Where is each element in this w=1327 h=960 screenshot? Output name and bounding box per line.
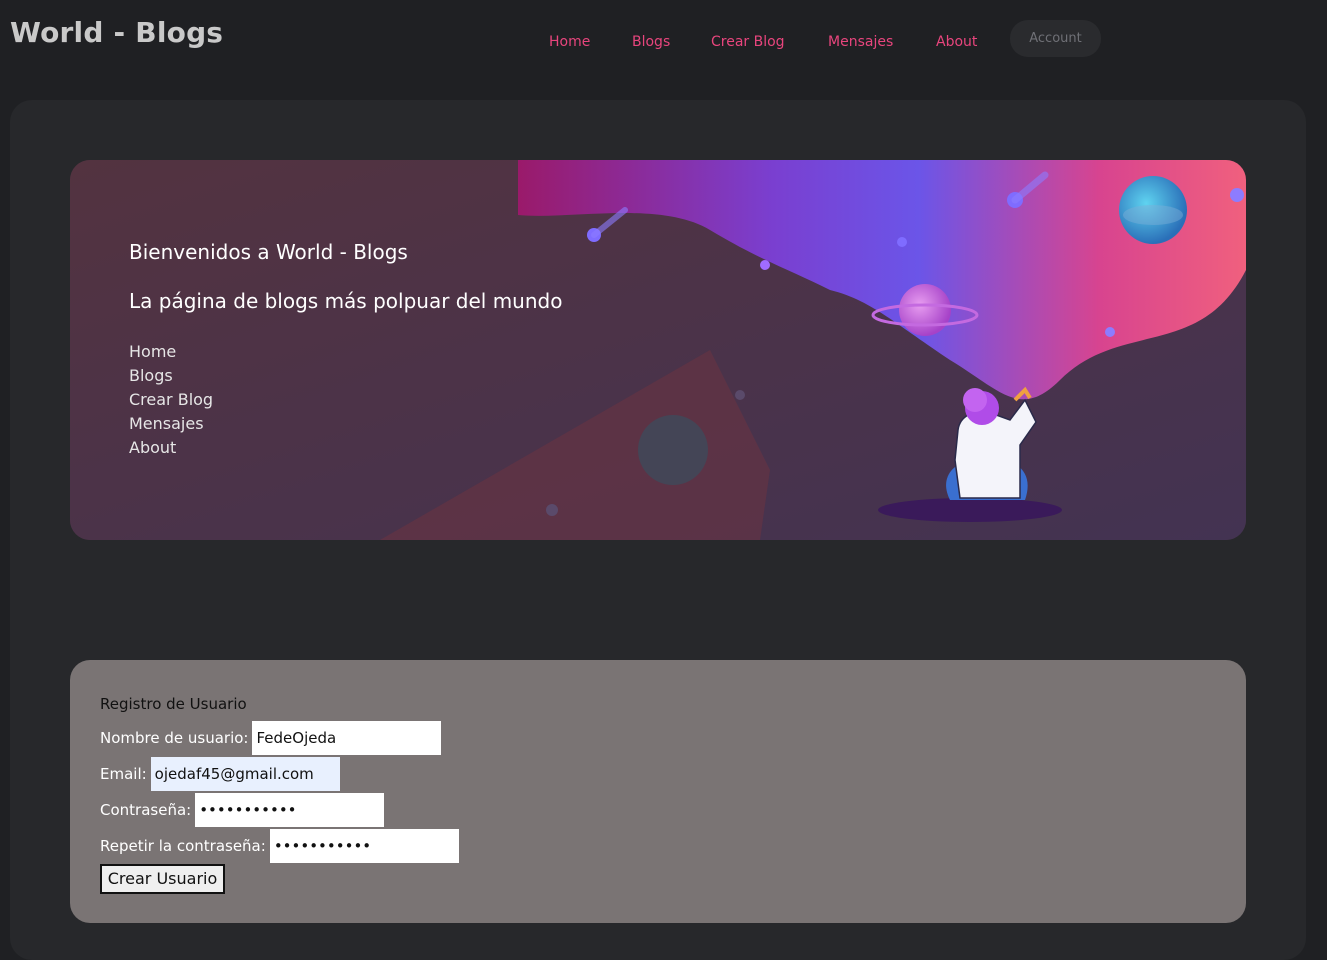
nav-mensajes-link[interactable]: Mensajes [828, 34, 893, 50]
username-input[interactable]: FedeOjeda [252, 721, 442, 755]
username-label: Nombre de usuario: [100, 729, 249, 747]
create-user-button[interactable]: Crear Usuario [100, 864, 225, 894]
user-registration-form: Registro de Usuario Nombre de usuario: F… [70, 660, 1246, 923]
hero-link-mensajes[interactable]: Mensajes [129, 412, 213, 436]
password-repeat-row: Repetir la contraseña: ••••••••••• [100, 829, 459, 863]
form-title: Registro de Usuario [100, 695, 247, 713]
hero-link-about[interactable]: About [129, 436, 213, 460]
email-label: Email: [100, 765, 147, 783]
hero-link-list: Home Blogs Crear Blog Mensajes About [129, 340, 213, 460]
password-repeat-label: Repetir la contraseña: [100, 837, 266, 855]
nav-crear-blog-link[interactable]: Crear Blog [711, 34, 785, 50]
hero-banner: Bienvenidos a World - Blogs La página de… [70, 160, 1246, 540]
hero-subtitle: La página de blogs más polpuar del mundo [129, 289, 563, 313]
password-row: Contraseña: ••••••••••• [100, 793, 385, 827]
site-brand[interactable]: World - Blogs [10, 16, 223, 49]
email-input[interactable]: ojedaf45@gmail.com [150, 757, 340, 791]
nav-blogs-link[interactable]: Blogs [632, 34, 670, 50]
password-repeat-input[interactable]: ••••••••••• [269, 829, 459, 863]
username-row: Nombre de usuario: FedeOjeda [100, 721, 442, 755]
password-input[interactable]: ••••••••••• [195, 793, 385, 827]
email-row: Email: ojedaf45@gmail.com [100, 757, 340, 791]
top-navbar: World - Blogs Home Blogs Crear Blog Mens… [0, 0, 1327, 90]
hero-link-crear-blog[interactable]: Crear Blog [129, 388, 213, 412]
nav-home-link[interactable]: Home [549, 34, 590, 50]
hero-space-illustration [70, 160, 1246, 540]
hero-link-home[interactable]: Home [129, 340, 213, 364]
password-label: Contraseña: [100, 801, 192, 819]
account-button[interactable]: Account [1010, 20, 1101, 57]
hero-link-blogs[interactable]: Blogs [129, 364, 213, 388]
hero-title: Bienvenidos a World - Blogs [129, 240, 408, 264]
nav-about-link[interactable]: About [936, 34, 977, 50]
